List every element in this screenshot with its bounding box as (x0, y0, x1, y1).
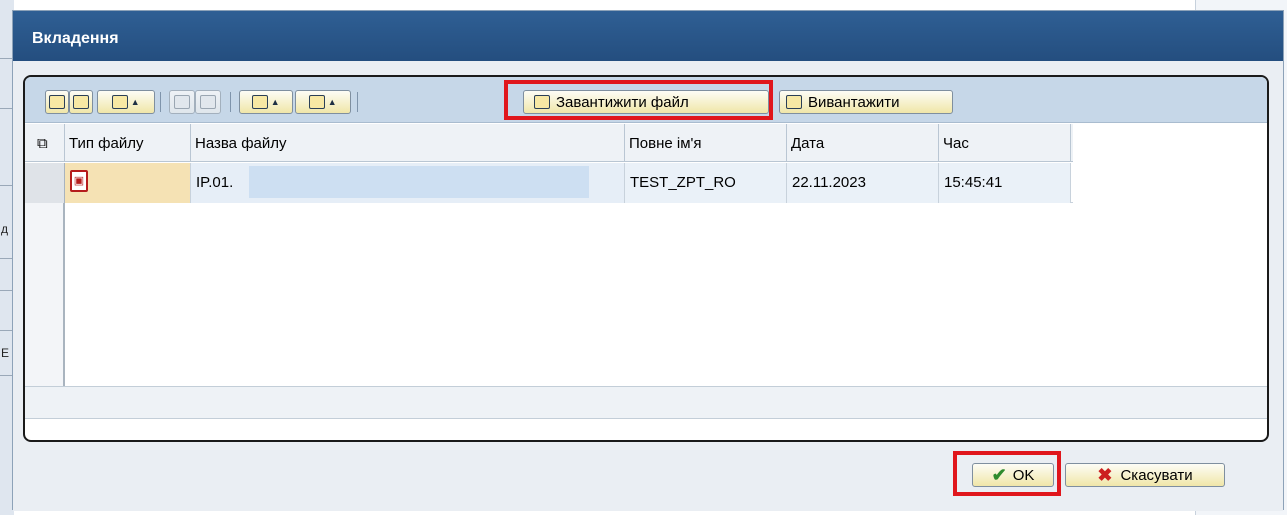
dropdown-arrow-icon: ▲ (268, 97, 280, 107)
full-name-cell[interactable]: TEST_ZPT_RO (625, 163, 787, 203)
dropdown-arrow-icon: ▲ (325, 97, 337, 107)
cancel-icon: ✖ (1097, 464, 1113, 485)
pdf-icon: ▣ (70, 170, 88, 192)
download-label: Вивантажити (808, 93, 900, 111)
filter-icon (112, 95, 129, 109)
export-icon (252, 95, 269, 109)
dialog-title-bar[interactable]: Вкладення (13, 11, 1283, 61)
ok-label: OK (1012, 466, 1035, 484)
print-preview-icon (73, 95, 89, 109)
redacted-block (249, 166, 589, 198)
toolbar-separator (230, 92, 231, 112)
highlight-upload-button (504, 80, 773, 120)
row-selector[interactable] (25, 163, 65, 203)
cancel-button[interactable]: ✖ Скасувати (1065, 463, 1225, 487)
select-all-icon[interactable]: ⧉ (25, 124, 65, 162)
attachments-dialog: Вкладення ▲ ▲ ▲ Завантижити файл Виванта… (12, 10, 1284, 511)
file-name-text: IP.01. (196, 174, 234, 191)
print-preview-button[interactable] (69, 90, 93, 114)
subtotal-icon (200, 95, 216, 109)
export-button[interactable]: ▲ (239, 90, 293, 114)
dialog-title: Вкладення (32, 30, 119, 47)
sum-icon (174, 95, 190, 109)
date-cell[interactable]: 22.11.2023 (787, 163, 939, 203)
dialog-body: ▲ ▲ ▲ Завантижити файл Вивантажити ⧉ Тип… (13, 61, 1283, 511)
time-cell[interactable]: 15:45:41 (939, 163, 1071, 203)
column-header-type[interactable]: Тип файлу (65, 124, 191, 162)
layout-button[interactable]: ▲ (295, 90, 351, 114)
column-header-time[interactable]: Час (939, 124, 1071, 162)
column-header-full-name[interactable]: Повне ім'я (625, 124, 787, 162)
layout-grid-icon (309, 95, 326, 109)
cancel-label: Скасувати (1120, 466, 1193, 484)
printer-icon (49, 95, 65, 109)
file-name-cell[interactable]: IP.01. (191, 163, 625, 203)
filter-button[interactable]: ▲ (97, 90, 155, 114)
column-header-name[interactable]: Назва файлу (191, 124, 625, 162)
print-button[interactable] (45, 90, 69, 114)
row-selector-column (25, 203, 65, 386)
table-row[interactable]: ▣ IP.01. TEST_ZPT_RO 22.11.2023 15:45:41 (25, 163, 1073, 203)
file-type-cell[interactable]: ▣ (65, 163, 191, 203)
download-icon (786, 95, 802, 109)
table-header: ⧉ Тип файлу Назва файлу Повне ім'я Дата … (25, 124, 1073, 162)
column-header-date[interactable]: Дата (787, 124, 939, 162)
subtotal-button[interactable] (195, 90, 221, 114)
checkmark-icon: ✔ (991, 464, 1007, 485)
dropdown-arrow-icon: ▲ (128, 97, 140, 107)
ok-button[interactable]: ✔ OK (972, 463, 1054, 487)
toolbar-separator (160, 92, 161, 112)
toolbar-separator (357, 92, 358, 112)
table-footer (25, 386, 1267, 419)
download-button[interactable]: Вивантажити (779, 90, 953, 114)
sum-button[interactable] (169, 90, 195, 114)
attachments-table-container: ▲ ▲ ▲ Завантижити файл Вивантажити ⧉ Тип… (23, 75, 1269, 442)
